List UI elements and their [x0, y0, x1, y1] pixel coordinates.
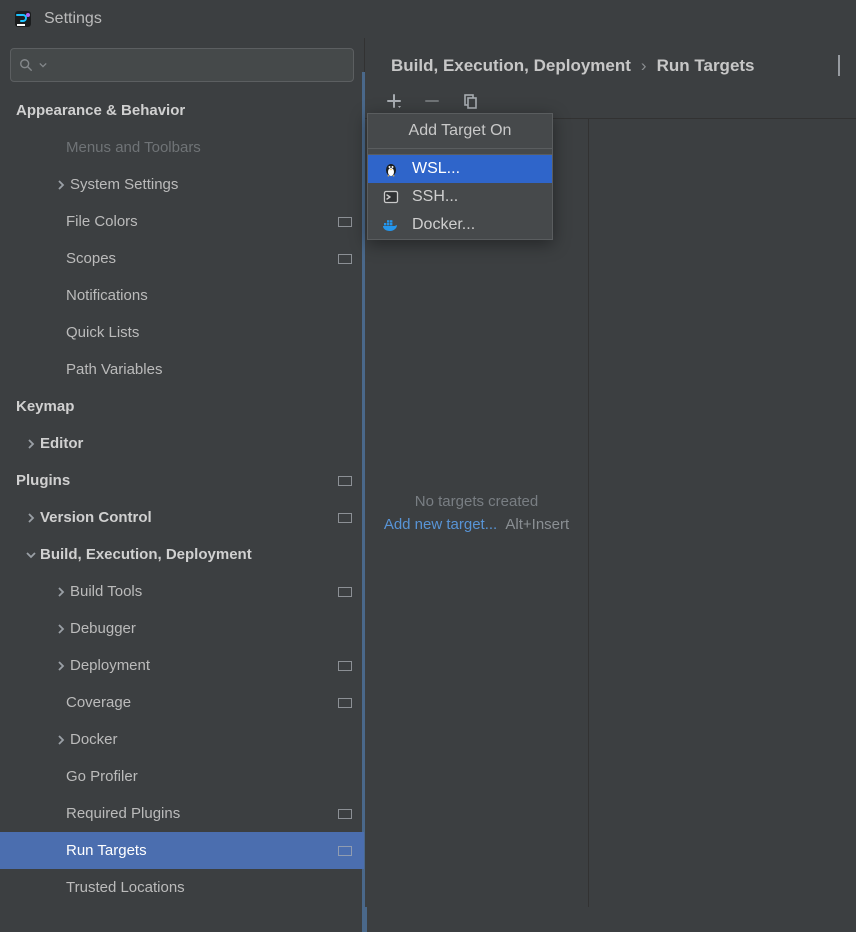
- sidebar-item-label: Editor: [40, 435, 352, 452]
- project-mapped-icon: [338, 661, 352, 671]
- breadcrumb: Build, Execution, Deployment › Run Targe…: [365, 38, 856, 88]
- chevron-right-icon: ›: [641, 56, 647, 76]
- sidebar-item[interactable]: File Colors: [0, 203, 364, 240]
- sidebar-item-label: File Colors: [66, 213, 338, 230]
- app-logo-icon: [12, 8, 34, 30]
- chevron-down-icon: [39, 61, 47, 69]
- sidebar-item-label: Build Tools: [70, 583, 338, 600]
- sidebar-item[interactable]: Deployment: [0, 647, 364, 684]
- sidebar-item-label: System Settings: [70, 176, 352, 193]
- chevron-right-icon[interactable]: [52, 624, 70, 634]
- sidebar-item[interactable]: Plugins: [0, 462, 364, 499]
- search-icon: [19, 58, 33, 72]
- project-mapped-icon: [338, 476, 352, 486]
- sidebar-item-label: Run Targets: [66, 842, 338, 859]
- sidebar-item[interactable]: Go Profiler: [0, 758, 364, 795]
- sidebar-item[interactable]: Quick Lists: [0, 314, 364, 351]
- popup-item-label: Docker...: [412, 216, 475, 234]
- target-details-pane: [589, 119, 856, 907]
- sidebar-item[interactable]: Coverage: [0, 684, 364, 721]
- sidebar-item-label: Scopes: [66, 250, 338, 267]
- chevron-right-icon[interactable]: [52, 661, 70, 671]
- sidebar-item-label: Coverage: [66, 694, 338, 711]
- project-mapped-icon: [338, 254, 352, 264]
- sidebar-item-label: Keymap: [16, 398, 352, 415]
- sidebar-item-label: Required Plugins: [66, 805, 338, 822]
- titlebar: Settings: [0, 0, 856, 38]
- remove-button[interactable]: [419, 88, 445, 114]
- sidebar-item[interactable]: Keymap: [0, 388, 364, 425]
- window-title: Settings: [44, 10, 102, 28]
- sidebar-item[interactable]: Appearance & Behavior: [0, 92, 364, 129]
- sidebar-item[interactable]: Build, Execution, Deployment: [0, 536, 364, 573]
- sidebar-item[interactable]: Trusted Locations: [0, 869, 364, 906]
- add-button[interactable]: [381, 88, 407, 114]
- sidebar-item-label: Docker: [70, 731, 352, 748]
- settings-sidebar: Appearance & Behavior Menus and Toolbars S…: [0, 38, 365, 907]
- chevron-right-icon[interactable]: [22, 513, 40, 523]
- terminal-icon: [382, 188, 400, 206]
- shortcut-hint: Alt+Insert: [505, 516, 569, 533]
- sidebar-item[interactable]: System Settings: [0, 166, 364, 203]
- sidebar-item[interactable]: Scopes: [0, 240, 364, 277]
- sidebar-item-label: Quick Lists: [66, 324, 352, 341]
- popup-item[interactable]: WSL...: [368, 155, 552, 183]
- sidebar-item[interactable]: Required Plugins: [0, 795, 364, 832]
- chevron-down-icon[interactable]: [22, 550, 40, 560]
- sidebar-item-label: Notifications: [66, 287, 352, 304]
- sidebar-item-label: Menus and Toolbars: [66, 139, 352, 156]
- project-mapped-icon: [338, 513, 352, 523]
- docker-icon: [382, 216, 400, 234]
- chevron-right-icon[interactable]: [22, 439, 40, 449]
- search-field[interactable]: [53, 57, 345, 73]
- sidebar-item[interactable]: Path Variables: [0, 351, 364, 388]
- copy-button[interactable]: [457, 88, 483, 114]
- sidebar-item[interactable]: Notifications: [0, 277, 364, 314]
- sidebar-item[interactable]: Debugger: [0, 610, 364, 647]
- sidebar-item[interactable]: Docker: [0, 721, 364, 758]
- sidebar-item[interactable]: Menus and Toolbars: [0, 129, 364, 166]
- sidebar-item[interactable]: Editor: [0, 425, 364, 462]
- sidebar-item-label: Build, Execution, Deployment: [40, 546, 352, 563]
- project-mapped-icon: [338, 809, 352, 819]
- search-input[interactable]: [10, 48, 354, 82]
- breadcrumb-segment[interactable]: Build, Execution, Deployment: [391, 56, 631, 76]
- project-mapped-icon: [838, 56, 840, 76]
- sidebar-item-label: Debugger: [70, 620, 352, 637]
- sidebar-item[interactable]: Run Targets: [0, 832, 364, 869]
- sidebar-item-label: Deployment: [70, 657, 338, 674]
- project-mapped-icon: [338, 587, 352, 597]
- sidebar-item-label: Trusted Locations: [66, 879, 352, 896]
- popup-title: Add Target On: [368, 114, 552, 149]
- penguin-icon: [382, 160, 400, 178]
- add-target-link[interactable]: Add new target...: [384, 516, 497, 533]
- sidebar-item[interactable]: Build Tools: [0, 573, 364, 610]
- popup-item[interactable]: Docker...: [368, 211, 552, 239]
- sidebar-item-label: Version Control: [40, 509, 338, 526]
- sidebar-item-label: Go Profiler: [66, 768, 352, 785]
- sidebar-item-label: Appearance & Behavior: [16, 102, 352, 119]
- breadcrumb-segment[interactable]: Run Targets: [657, 56, 755, 76]
- project-mapped-icon: [338, 846, 352, 856]
- popup-item[interactable]: SSH...: [368, 183, 552, 211]
- empty-state-text: No targets created: [415, 493, 538, 510]
- chevron-right-icon[interactable]: [52, 735, 70, 745]
- chevron-right-icon[interactable]: [52, 587, 70, 597]
- sidebar-item-label: Plugins: [16, 472, 338, 489]
- chevron-right-icon[interactable]: [52, 180, 70, 190]
- sidebar-item[interactable]: Version Control: [0, 499, 364, 536]
- popup-item-label: SSH...: [412, 188, 458, 206]
- popup-item-label: WSL...: [412, 160, 460, 178]
- settings-tree[interactable]: Appearance & Behavior Menus and Toolbars S…: [0, 88, 364, 907]
- project-mapped-icon: [338, 698, 352, 708]
- add-target-popup: Add Target On WSL... SSH... Docker...: [367, 113, 553, 240]
- project-mapped-icon: [338, 217, 352, 227]
- sidebar-item-label: Path Variables: [66, 361, 352, 378]
